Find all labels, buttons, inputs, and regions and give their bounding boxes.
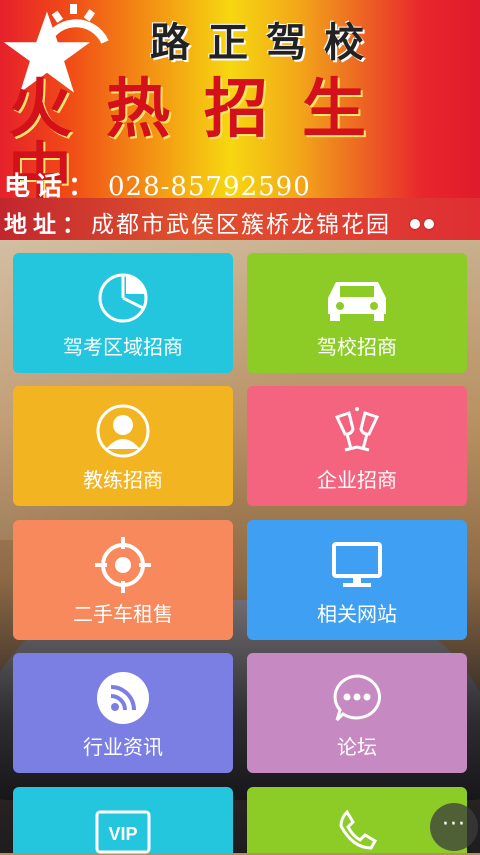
carousel-indicator[interactable] — [410, 214, 438, 233]
vip-icon: VIP — [13, 805, 233, 855]
address-text: 成都市武侯区簇桥龙锦花园 — [91, 212, 391, 238]
wine-glasses-icon — [247, 400, 467, 462]
tile-label: 驾校招商 — [317, 335, 397, 359]
tile-enterprise-investment[interactable]: 企业招商 — [247, 386, 467, 506]
tile-label: 教练招商 — [83, 468, 163, 492]
school-name: 路正驾校 — [150, 20, 382, 66]
carousel-dot[interactable] — [410, 219, 420, 229]
rss-icon — [13, 667, 233, 729]
tile-label: 企业招商 — [317, 468, 397, 492]
car-icon — [247, 267, 467, 329]
tile-label: 相关网站 — [317, 602, 397, 626]
address-line: 地址：成都市武侯区簇桥龙锦花园 — [4, 205, 391, 239]
tile-label: 驾考区域招商 — [63, 335, 183, 359]
pie-chart-icon — [13, 267, 233, 329]
tile-label: 二手车租售 — [73, 602, 173, 626]
chat-bubble-icon — [247, 667, 467, 729]
tile-forum[interactable]: 论坛 — [247, 653, 467, 773]
tile-exam-area-investment[interactable]: 驾考区域招商 — [13, 253, 233, 373]
more-floating-button[interactable]: ··· — [430, 803, 478, 851]
address-label: 地址： — [4, 212, 91, 238]
tile-school-investment[interactable]: 驾校招商 — [247, 253, 467, 373]
carousel-dot[interactable] — [424, 219, 434, 229]
promo-banner[interactable]: 路正驾校 火热招生中 电话： 028-85792590 地址：成都市武侯区簇桥龙锦… — [0, 0, 480, 240]
tile-coach-investment[interactable]: 教练招商 — [13, 386, 233, 506]
target-icon — [13, 534, 233, 596]
svg-text:VIP: VIP — [108, 824, 137, 844]
tile-label: 论坛 — [337, 735, 377, 759]
gear-logo-icon — [41, 4, 109, 49]
tile-label: 行业资讯 — [83, 735, 163, 759]
person-icon — [13, 400, 233, 462]
tile-vip[interactable]: VIP — [13, 787, 233, 855]
tile-industry-news[interactable]: 行业资讯 — [13, 653, 233, 773]
tile-used-car-rental[interactable]: 二手车租售 — [13, 520, 233, 640]
tile-related-sites[interactable]: 相关网站 — [247, 520, 467, 640]
monitor-icon — [247, 534, 467, 596]
